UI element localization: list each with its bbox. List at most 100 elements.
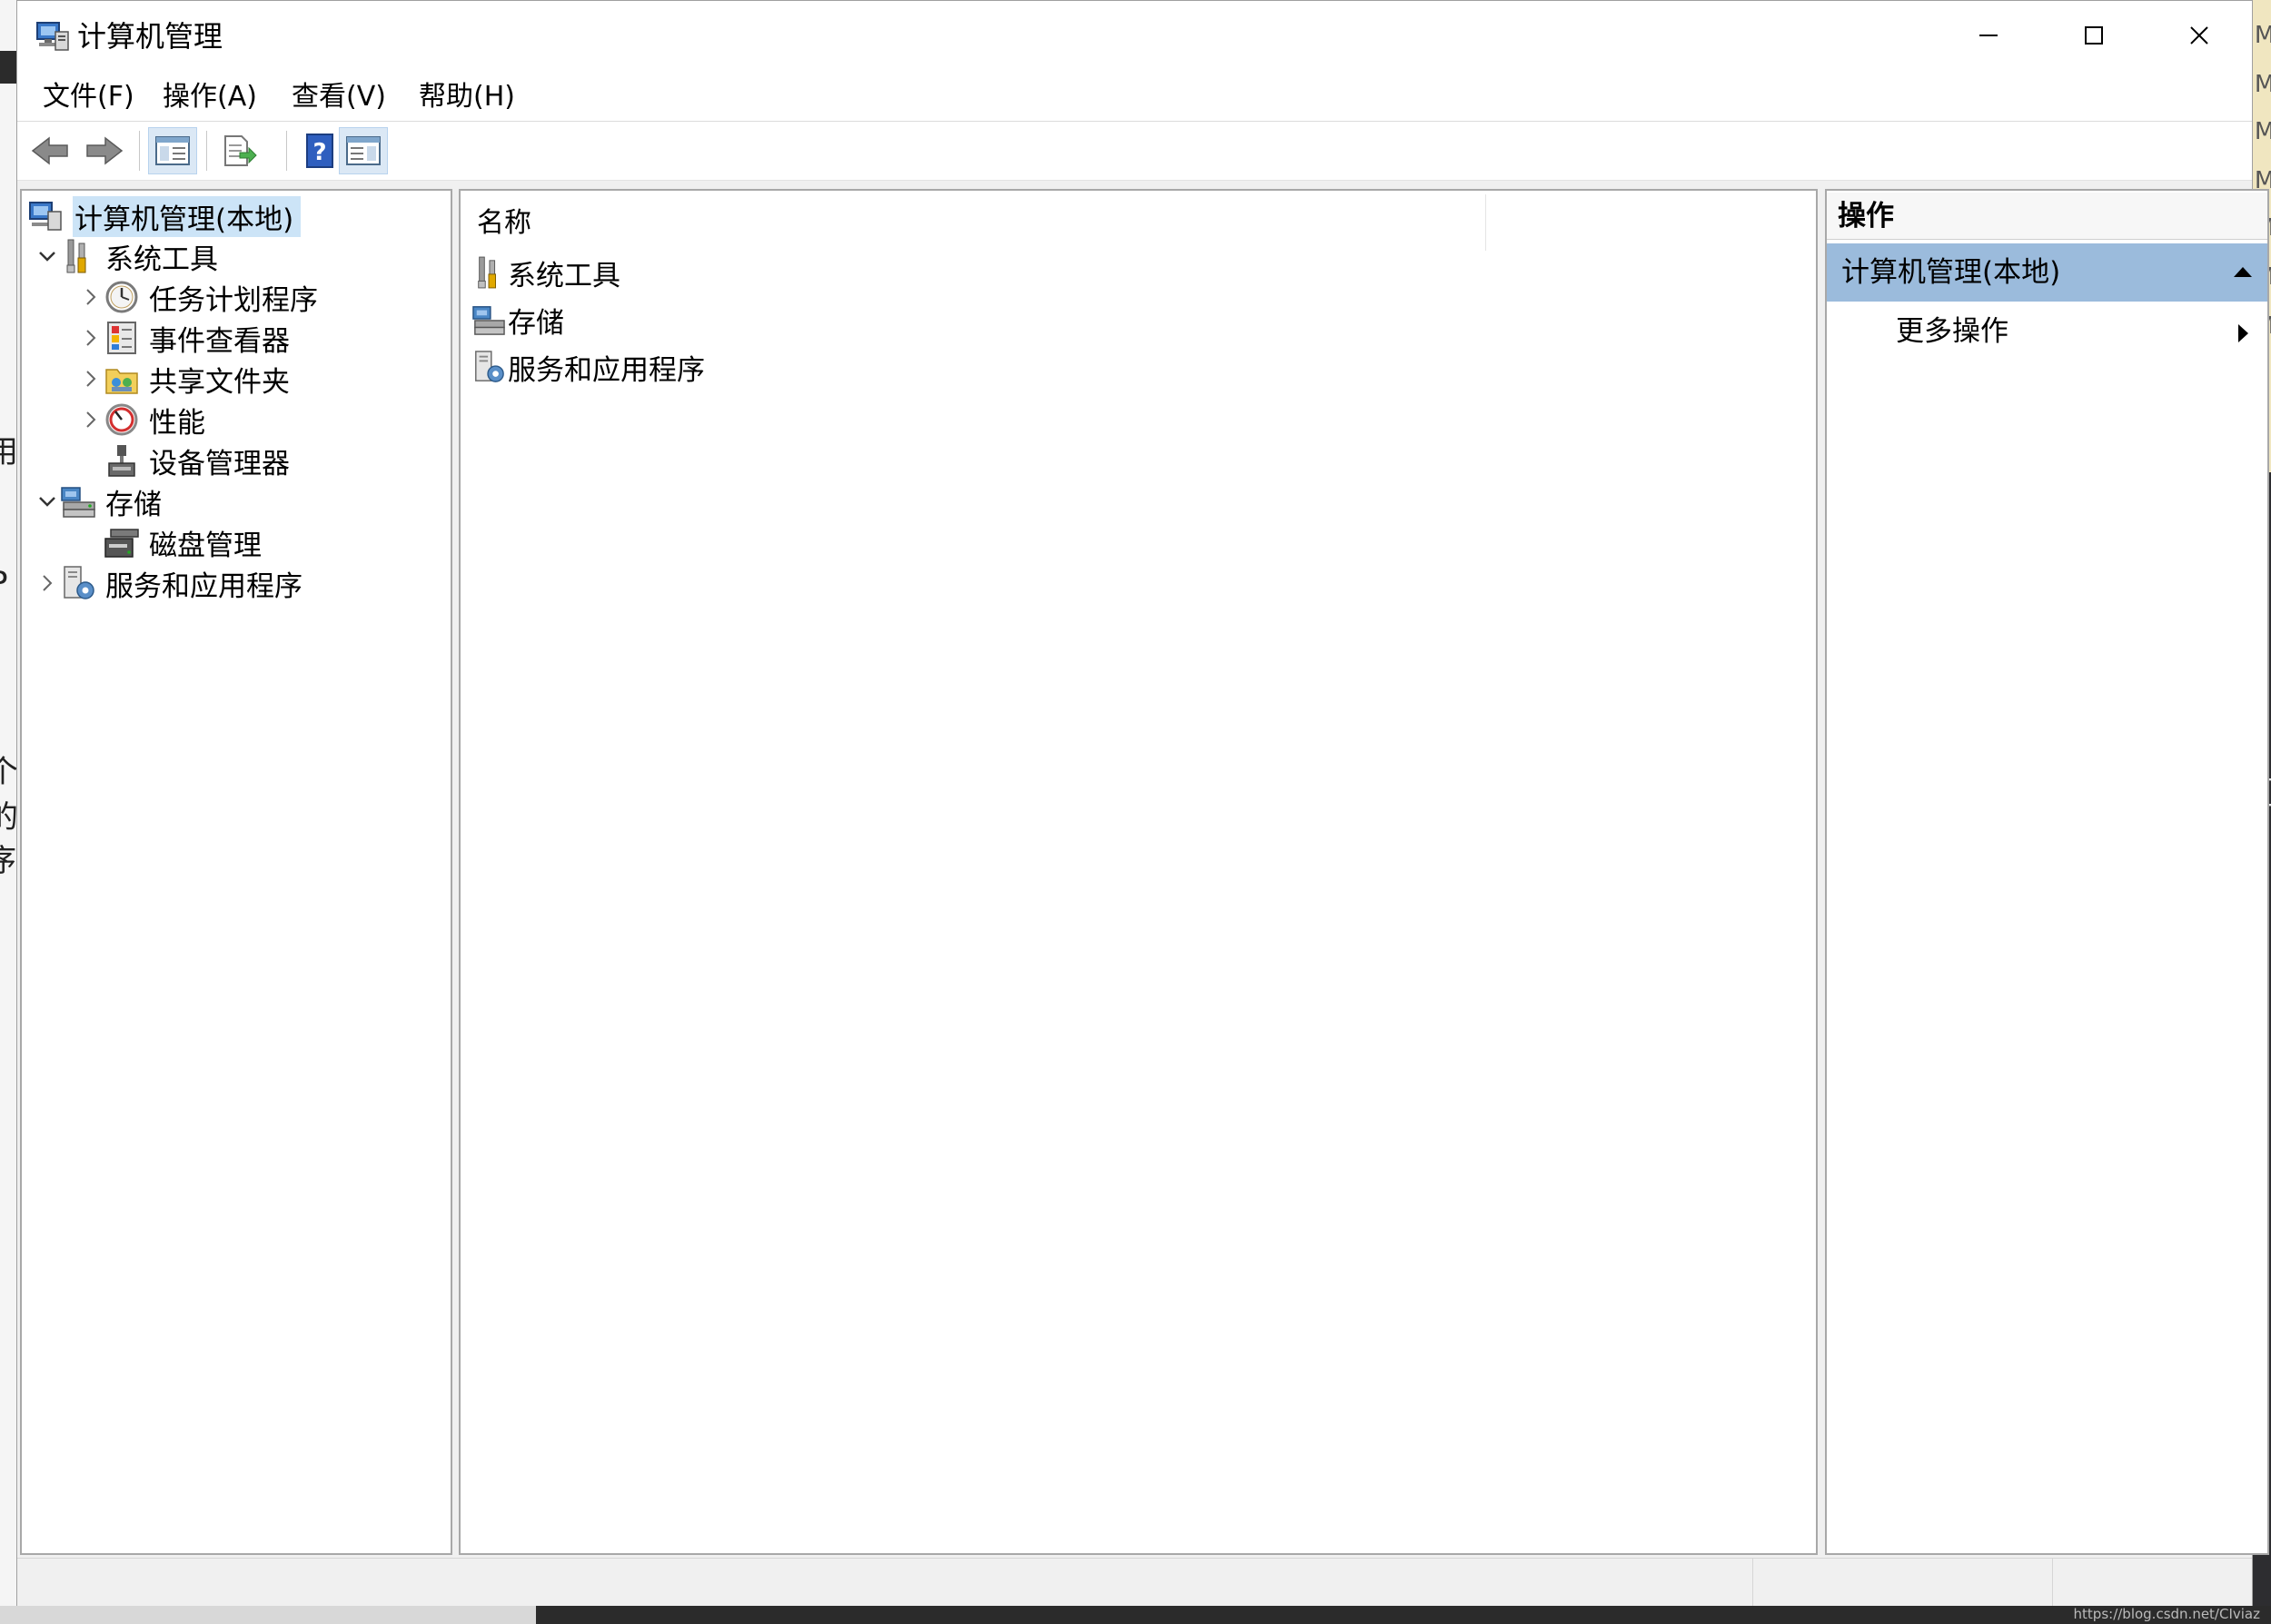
chevron-right-icon[interactable] (35, 563, 60, 603)
tree-item-event-viewer[interactable]: 事件查看器 (78, 318, 290, 358)
window-title: 计算机管理 (77, 19, 223, 54)
services-apps-icon (60, 565, 96, 601)
tree-item-storage[interactable]: 存储 (35, 481, 162, 521)
tree-item-device-manager[interactable]: 设备管理器 (78, 441, 290, 480)
background-bottom-left (0, 1606, 536, 1624)
chevron-down-icon[interactable] (35, 481, 60, 521)
tree-item-system-tools[interactable]: 系统工具 (35, 236, 218, 276)
svg-text:?: ? (312, 139, 326, 166)
close-icon (2190, 26, 2208, 45)
list-item-label: 服务和应用程序 (508, 353, 705, 387)
list-item-label: 存储 (508, 306, 564, 340)
back-icon (31, 136, 68, 165)
device-manager-icon (104, 442, 140, 479)
background-edge-text: P (0, 565, 8, 601)
tree-item-label: 事件查看器 (149, 324, 290, 358)
menu-file[interactable]: 文件(F) (39, 79, 138, 115)
tree-item-label: 性能 (149, 406, 205, 440)
background-left-strip (0, 51, 18, 84)
storage-icon (60, 483, 96, 520)
more-actions-item[interactable]: 更多操作 (1896, 305, 2267, 358)
tree-item-task-scheduler[interactable]: 任务计划程序 (78, 277, 318, 317)
clock-icon (104, 279, 140, 315)
tree-item-label: 设备管理器 (149, 447, 290, 480)
maximize-icon (2085, 26, 2103, 45)
tree-item-label: 磁盘管理 (149, 529, 262, 562)
tree-item-label: 计算机管理(本地) (73, 195, 302, 237)
toolbar-separator (206, 131, 207, 171)
list-item[interactable]: 系统工具 (471, 251, 620, 294)
computer-management-icon (27, 198, 64, 234)
tree-item-performance[interactable]: 性能 (78, 400, 205, 440)
column-divider[interactable] (1485, 194, 1486, 251)
actions-pane-title: 操作 (1827, 193, 2267, 240)
services-apps-icon (471, 349, 506, 385)
menu-view[interactable]: 查看(V) (288, 79, 390, 115)
background-edge-text: 序 (0, 843, 16, 879)
background-bottom (536, 1606, 2271, 1624)
background-edge-text: 个 (0, 754, 18, 790)
list-header: 名称 (461, 191, 1816, 251)
toolbar-separator (286, 131, 287, 171)
menu-action[interactable]: 操作(A) (159, 79, 261, 115)
background-edge-text: 用 (0, 434, 18, 470)
list-item[interactable]: 存储 (471, 298, 564, 342)
back-button[interactable] (26, 127, 75, 174)
show-hide-tree-button[interactable] (148, 127, 197, 174)
chevron-right-icon[interactable] (78, 359, 104, 399)
event-viewer-icon (104, 320, 140, 356)
show-hide-action-pane-icon (346, 136, 381, 165)
submenu-arrow-icon (2238, 324, 2248, 342)
show-hide-action-pane-button[interactable] (339, 127, 388, 174)
tree-item-label: 系统工具 (105, 243, 218, 276)
tree-item-services-apps[interactable]: 服务和应用程序 (35, 563, 302, 603)
toolbar-separator (139, 131, 140, 171)
list-item-label: 系统工具 (508, 259, 620, 292)
status-divider (2052, 1559, 2053, 1606)
show-hide-tree-icon (155, 136, 190, 165)
actions-pane: 操作 计算机管理(本地) 更多操作 (1825, 189, 2269, 1555)
export-list-icon (224, 135, 257, 166)
column-header-name[interactable]: 名称 (477, 200, 531, 240)
forward-button[interactable] (79, 127, 128, 174)
background-edge-text: MI (2254, 118, 2271, 145)
results-list-pane: 名称 系统工具 存储 服务和应用程序 (459, 189, 1818, 1555)
background-edge-text: MI (2254, 71, 2271, 98)
disk-management-icon (104, 524, 140, 560)
status-bar (17, 1558, 2252, 1606)
storage-icon (471, 302, 506, 338)
chevron-down-icon[interactable] (35, 236, 60, 276)
actions-section-header[interactable]: 计算机管理(本地) (1827, 243, 2267, 302)
chevron-right-icon[interactable] (78, 277, 104, 317)
more-actions-label: 更多操作 (1896, 315, 2008, 348)
console-tree-pane: 计算机管理(本地) 系统工具 任务计划程序 事件查看器 共享文件夹 性能 设备管… (20, 189, 452, 1555)
collapse-up-icon[interactable] (2233, 265, 2253, 278)
status-divider (1752, 1559, 1753, 1606)
actions-section-label: 计算机管理(本地) (1841, 256, 2061, 289)
minimize-button[interactable] (1936, 1, 2041, 70)
export-list-button[interactable] (215, 127, 264, 174)
help-icon: ? (306, 134, 333, 168)
tree-item-label: 共享文件夹 (149, 365, 290, 399)
close-button[interactable] (2147, 1, 2252, 70)
computer-management-window: 计算机管理 文件(F) 操作(A) 查看(V) 帮助(H) ? 计算机管理(本地… (16, 0, 2269, 1606)
toolbar: ? (17, 122, 2252, 181)
tree-item-label: 服务和应用程序 (105, 569, 302, 603)
list-item[interactable]: 服务和应用程序 (471, 345, 705, 389)
forward-icon (86, 136, 124, 165)
system-tools-icon (60, 238, 96, 274)
background-edge-text: MI (2254, 22, 2271, 49)
tree-item-shared-folders[interactable]: 共享文件夹 (78, 359, 290, 399)
title-bar[interactable]: 计算机管理 (17, 1, 2252, 74)
maximize-button[interactable] (2041, 1, 2147, 70)
menu-bar: 文件(F) 操作(A) 查看(V) 帮助(H) (17, 74, 2252, 122)
menu-help[interactable]: 帮助(H) (415, 79, 519, 115)
tree-item-label: 任务计划程序 (149, 283, 318, 317)
help-button[interactable]: ? (295, 127, 344, 174)
tree-item-label: 存储 (105, 488, 162, 521)
chevron-right-icon[interactable] (78, 318, 104, 358)
tree-item-computer-management[interactable]: 计算机管理(本地) (27, 195, 302, 237)
tree-item-disk-management[interactable]: 磁盘管理 (78, 522, 262, 562)
chevron-right-icon[interactable] (78, 400, 104, 440)
